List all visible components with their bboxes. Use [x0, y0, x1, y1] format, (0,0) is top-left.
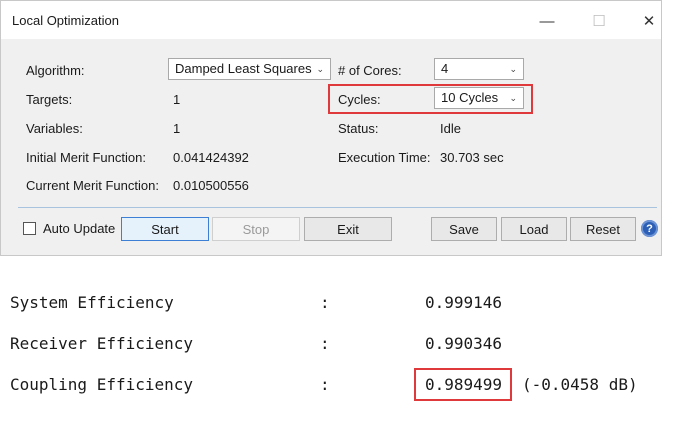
- separator: [18, 207, 657, 208]
- chevron-down-icon: ⌄: [316, 64, 324, 74]
- result-sep-system: :: [320, 293, 330, 312]
- variables-value: 1: [173, 121, 181, 136]
- stop-button[interactable]: Stop: [212, 217, 300, 241]
- help-icon[interactable]: ?: [641, 220, 658, 237]
- reset-button[interactable]: Reset: [570, 217, 636, 241]
- initial-merit-value: 0.041424392: [173, 150, 249, 165]
- result-sep-receiver: :: [320, 334, 330, 353]
- save-button[interactable]: Save: [431, 217, 497, 241]
- local-optimization-dialog: Local Optimization — ☐ ✕ Algorithm: Damp…: [0, 0, 662, 256]
- initial-merit-label: Initial Merit Function:: [26, 150, 146, 165]
- result-label-coupling: Coupling Efficiency: [10, 375, 194, 394]
- result-value-system: 0.999146: [425, 293, 503, 312]
- minimize-icon[interactable]: —: [525, 7, 569, 35]
- window-title: Local Optimization: [12, 13, 119, 28]
- result-sep-coupling: :: [320, 375, 330, 394]
- result-value-receiver: 0.990346: [425, 334, 503, 353]
- result-label-system: System Efficiency: [10, 293, 174, 312]
- execution-time-label: Execution Time:: [338, 150, 431, 165]
- load-button[interactable]: Load: [501, 217, 567, 241]
- cores-select[interactable]: 4 ⌄: [434, 58, 524, 80]
- exit-button[interactable]: Exit: [304, 217, 392, 241]
- cycles-highlight-box: [328, 84, 533, 114]
- chevron-down-icon: ⌄: [509, 64, 517, 74]
- targets-value: 1: [173, 92, 181, 107]
- result-label-receiver: Receiver Efficiency: [10, 334, 194, 353]
- status-value: Idle: [440, 121, 461, 136]
- coupling-highlight-box: [414, 368, 512, 401]
- start-button[interactable]: Start: [121, 217, 209, 241]
- close-icon[interactable]: ✕: [627, 7, 671, 35]
- current-merit-value: 0.010500556: [173, 178, 249, 193]
- algorithm-label: Algorithm:: [26, 63, 85, 78]
- current-merit-label: Current Merit Function:: [26, 178, 159, 193]
- title-bar: Local Optimization — ☐ ✕: [1, 1, 661, 39]
- targets-label: Targets:: [26, 92, 73, 107]
- status-label: Status:: [338, 121, 379, 136]
- maximize-icon[interactable]: ☐: [577, 7, 621, 35]
- algorithm-select[interactable]: Damped Least Squares ⌄: [168, 58, 331, 80]
- result-extra-coupling: (-0.0458 dB): [522, 375, 638, 394]
- cores-label: # of Cores:: [338, 63, 402, 78]
- cores-value: 4: [441, 61, 449, 76]
- algorithm-value: Damped Least Squares: [175, 61, 312, 76]
- execution-time-value: 30.703 sec: [440, 150, 504, 165]
- auto-update-checkbox[interactable]: [23, 222, 36, 235]
- auto-update-label[interactable]: Auto Update: [43, 221, 115, 236]
- variables-label: Variables:: [26, 121, 83, 136]
